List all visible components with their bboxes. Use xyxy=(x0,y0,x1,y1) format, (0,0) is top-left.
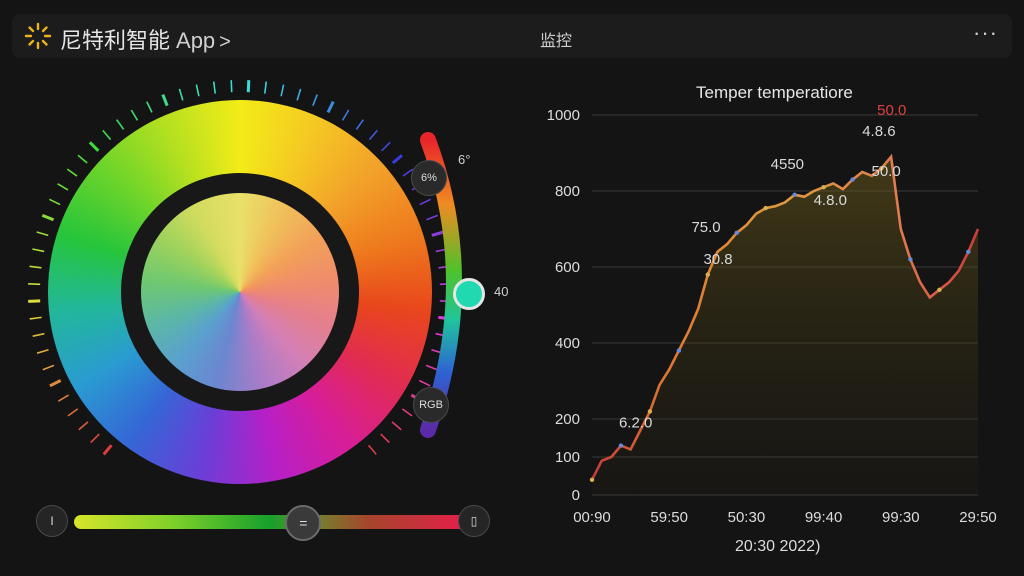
data-label: 4550 xyxy=(771,156,804,173)
wheel-tick xyxy=(355,119,365,130)
chart-title: Temper temperatiore xyxy=(696,83,853,102)
wheel-tick xyxy=(115,119,125,130)
slider-track[interactable] xyxy=(74,515,466,529)
data-point xyxy=(763,205,768,211)
data-point xyxy=(589,477,595,482)
color-picker-disc[interactable] xyxy=(141,193,339,391)
wheel-tick xyxy=(48,198,61,206)
y-tick-label: 200 xyxy=(555,411,580,428)
x-tick-label: 50:30 xyxy=(728,509,766,526)
wheel-tick xyxy=(130,109,139,121)
color-wheel-panel: 6% RGB 6° 40 xyxy=(0,60,520,500)
data-label: 6.2.0 xyxy=(619,415,652,432)
wheel-tick xyxy=(195,84,200,97)
wheel-tick xyxy=(178,88,184,101)
rgb-knob[interactable]: RGB xyxy=(413,387,449,423)
data-point xyxy=(850,177,855,182)
wheel-tick xyxy=(57,183,69,191)
y-tick-label: 1000 xyxy=(547,107,580,124)
data-point xyxy=(734,230,739,235)
y-tick-label: 800 xyxy=(555,183,580,200)
app-header: 尼特利智能 App > 监控 ··· xyxy=(12,14,1012,58)
wheel-tick xyxy=(102,444,113,456)
wheel-tick xyxy=(312,94,318,107)
y-tick-label: 100 xyxy=(555,449,580,466)
data-point xyxy=(705,272,710,277)
wheel-tick xyxy=(341,109,350,121)
app-title[interactable]: 尼特利智能 App > xyxy=(60,23,231,55)
x-axis: 00:90 59:50 50:30 99:40 99:30 29:50 xyxy=(573,509,997,526)
more-menu-icon[interactable]: ··· xyxy=(973,20,998,46)
wheel-tick xyxy=(88,141,100,152)
wheel-tick xyxy=(32,248,45,253)
brightness-slider[interactable]: I = ▯ xyxy=(36,505,492,541)
wheel-tick xyxy=(36,348,49,354)
wheel-tick xyxy=(42,364,55,371)
wheel-tick xyxy=(368,129,378,141)
app-suffix: App xyxy=(176,28,216,53)
wheel-tick xyxy=(280,84,285,97)
data-label: 30.8 xyxy=(703,251,732,268)
x-axis-label: 20:30 2022) xyxy=(735,538,820,555)
series-area xyxy=(592,156,978,496)
wheel-tick xyxy=(296,88,302,101)
data-point xyxy=(647,409,653,414)
wheel-tick xyxy=(90,433,100,444)
wheel-tick xyxy=(161,94,169,107)
wheel-tick xyxy=(57,394,70,402)
wheel-tick xyxy=(263,81,268,94)
data-point xyxy=(676,348,682,353)
data-label: 75.0 xyxy=(691,219,720,236)
side-label-mid: 40 xyxy=(494,284,509,299)
y-tick-label: 0 xyxy=(572,487,580,504)
slider-left-icon[interactable]: I xyxy=(36,505,68,537)
wheel-tick xyxy=(78,421,89,431)
x-tick-label: 00:90 xyxy=(573,509,611,526)
wheel-tick xyxy=(32,332,45,337)
wheel-tick xyxy=(36,231,49,237)
page-title: 监控 xyxy=(540,33,573,50)
y-axis: 0 100 200 400 600 800 1000 xyxy=(547,107,580,504)
wheel-tick xyxy=(28,299,41,303)
wheel-tick xyxy=(67,408,79,417)
x-tick-label: 99:30 xyxy=(882,509,920,526)
side-label-top: 6° xyxy=(458,152,471,167)
slider-thumb[interactable]: = xyxy=(285,505,322,541)
chevron-right-icon: > xyxy=(219,31,231,53)
vertical-slider-thumb[interactable] xyxy=(453,278,485,310)
data-point xyxy=(908,257,913,262)
data-label: 50.0 xyxy=(877,102,906,119)
data-label: 4.8.0 xyxy=(814,192,847,209)
temperature-chart: Temper temperatiore 0 100 200 400 600 800 1000… xyxy=(547,83,997,555)
data-label: 50.0 xyxy=(872,163,901,180)
data-label: 4.8.6 xyxy=(862,123,895,140)
wheel-tick xyxy=(102,129,112,141)
y-tick-label: 600 xyxy=(555,259,580,276)
app-name: 尼特利智能 xyxy=(60,28,171,53)
data-point xyxy=(966,249,971,254)
wheel-tick xyxy=(66,168,78,177)
x-tick-label: 59:50 xyxy=(650,509,688,526)
wheel-tick xyxy=(41,213,55,222)
wheel-tick xyxy=(77,154,88,164)
wheel-tick xyxy=(146,101,153,113)
slider-right-icon[interactable]: ▯ xyxy=(458,505,490,537)
wheel-tick xyxy=(380,433,390,444)
data-point xyxy=(821,185,826,190)
wheel-tick xyxy=(367,444,377,455)
wheel-tick xyxy=(326,100,335,114)
data-point xyxy=(792,192,797,197)
wheel-tick xyxy=(49,379,62,388)
data-point xyxy=(618,443,624,448)
data-point xyxy=(937,287,942,292)
wheel-tick xyxy=(29,265,42,269)
wheel-tick xyxy=(212,81,217,94)
mode-knob-top[interactable]: 6% xyxy=(411,160,447,196)
wheel-tick xyxy=(29,316,42,320)
wheel-tick xyxy=(381,141,391,152)
x-tick-label: 29:50 xyxy=(959,509,997,526)
y-tick-label: 400 xyxy=(555,335,580,352)
x-tick-label: 99:40 xyxy=(805,509,843,526)
sun-logo-icon xyxy=(24,22,52,50)
